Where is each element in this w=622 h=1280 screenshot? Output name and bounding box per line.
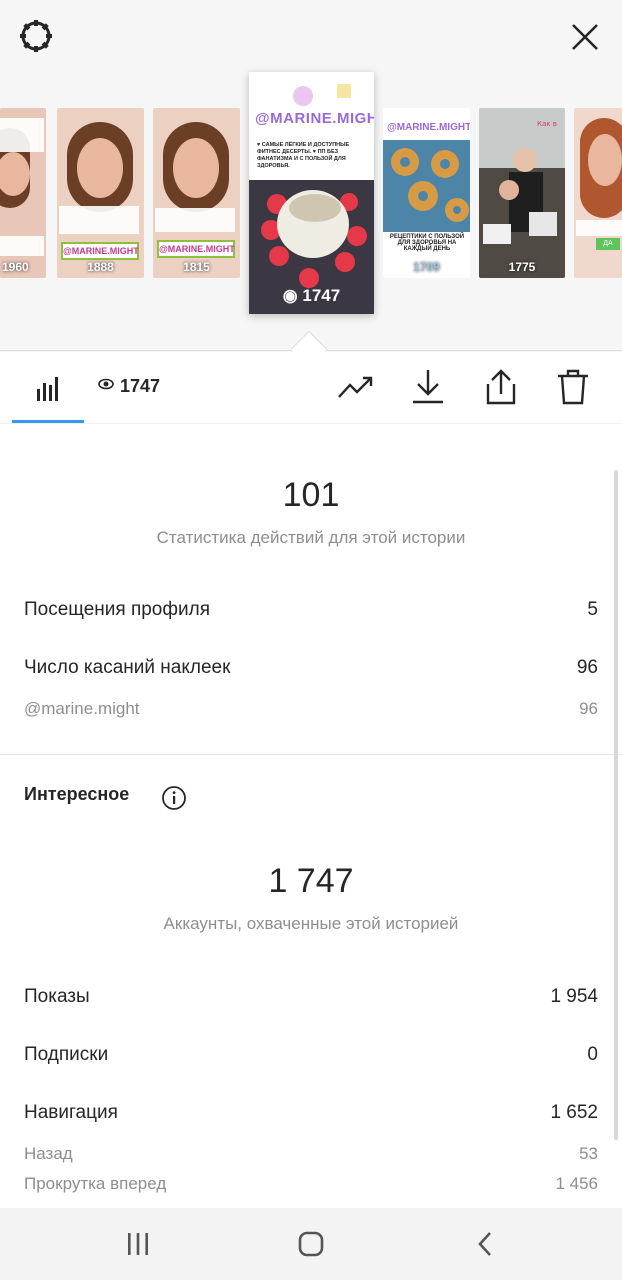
story-thumbnail[interactable]: @MARINE.MIGHT 1815 — [153, 108, 240, 278]
stat-value: 96 — [576, 657, 598, 678]
settings-gear-icon[interactable] — [16, 16, 56, 56]
discovery-section-title: Интересное — [24, 784, 130, 804]
stat-row-follows: Подписки 0 — [24, 1044, 598, 1066]
color-halftone-decoration — [293, 84, 351, 106]
stat-row-sticker-taps[interactable]: Число касаний наклеек 96 — [24, 657, 598, 679]
story-caption-sticker — [155, 208, 235, 232]
share-icon[interactable] — [481, 366, 521, 408]
download-icon[interactable] — [408, 366, 448, 408]
story-view-count: 1960 — [2, 260, 29, 274]
stat-label: Показы — [24, 986, 90, 1007]
eye-icon: ◉ — [282, 286, 303, 305]
views-count-text: 1747 — [120, 376, 161, 396]
interactions-total: 101 — [282, 476, 340, 514]
reach-caption: Аккаунты, охваченные этой историей — [163, 914, 459, 933]
story-strip: 1960 @MARINE.MIGHT 1888 @MARINE.MIGHT 18… — [0, 0, 622, 352]
mention-sticker: @MARINE.MIGHT — [157, 240, 235, 258]
story-view-count: ◉ 1747 — [282, 286, 341, 305]
active-tab-indicator — [12, 420, 84, 423]
stat-row-profile-visits: Посещения профиля 5 — [24, 599, 598, 621]
stat-value: 0 — [587, 1044, 598, 1065]
stat-value: 1 954 — [550, 986, 598, 1007]
story-toolbar: 1747 — [0, 352, 622, 424]
home-icon[interactable] — [290, 1224, 332, 1264]
story-caption-sticker — [0, 118, 44, 152]
story-thumbnail[interactable]: @MARINE.MIGHT РЕЦЕПТИКИ С ПОЛЬЗОЙ ДЛЯ ЗД… — [383, 108, 470, 278]
scrollbar[interactable] — [614, 470, 618, 1140]
stat-row-navigation: Навигация 1 652 — [24, 1102, 598, 1124]
mention-sticker: @MARINE.MIGHT — [61, 242, 139, 260]
stat-subrow-mention: @marine.might 96 — [24, 699, 598, 719]
system-navigation-bar — [0, 1208, 622, 1280]
story-view-count: 1815 — [183, 260, 210, 274]
story-view-count: 1775 — [508, 260, 536, 274]
stat-subrow-back: Назад 53 — [24, 1144, 598, 1164]
salon-photo: Как в — [479, 108, 565, 278]
story-thumbnail[interactable]: @MARINE.MIGHT 1888 — [57, 108, 144, 278]
stat-label: Число касаний наклеек — [24, 657, 231, 678]
insights-bars-icon[interactable] — [30, 370, 66, 406]
stat-label: Подписки — [24, 1044, 109, 1065]
interactions-caption: Статистика действий для этой истории — [156, 528, 466, 547]
mention-handle: @MARINE.MIGHT — [387, 122, 470, 133]
section-divider — [0, 754, 622, 755]
story-caption-text: ♥ САМЫЕ ЛЁГКИЕ И ДОСТУПНЫЕ ФИТНЕС ДЕСЕРТ… — [257, 142, 350, 169]
eye-icon — [98, 376, 114, 397]
stat-value: 5 — [587, 599, 598, 620]
story-thumbnail[interactable]: 1960 — [0, 108, 46, 278]
svg-text:Как в: Как в — [537, 120, 557, 128]
views-counter: 1747 — [98, 376, 160, 397]
story-caption-sticker — [576, 220, 622, 236]
story-caption-sticker — [0, 236, 44, 256]
recent-apps-icon[interactable] — [118, 1226, 158, 1262]
stat-value: 96 — [579, 699, 598, 718]
reach-total: 1 747 — [268, 862, 354, 900]
info-icon[interactable] — [161, 785, 187, 816]
donuts-photo — [383, 140, 470, 232]
story-thumbnail[interactable]: Как в 1775 — [479, 108, 565, 278]
stat-value: 53 — [579, 1144, 598, 1163]
stat-value: 1 456 — [555, 1174, 598, 1193]
mention-handle: @MARINE.MIGHT — [255, 110, 374, 127]
close-icon[interactable] — [566, 18, 604, 56]
back-icon[interactable] — [466, 1226, 504, 1262]
stat-value: 1 652 — [550, 1102, 598, 1123]
story-caption-sticker — [59, 206, 139, 234]
stat-label: Прокрутка вперед — [24, 1174, 167, 1193]
stat-label: Назад — [24, 1144, 73, 1163]
stat-label: Навигация — [24, 1102, 118, 1123]
stat-label: @marine.might — [24, 699, 140, 718]
story-view-count: 1888 — [87, 260, 114, 274]
trending-icon[interactable] — [336, 368, 376, 408]
selected-story-thumbnail[interactable]: @MARINE.MIGHT ♥ САМЫЕ ЛЁГКИЕ И ДОСТУПНЫЕ… — [249, 72, 374, 314]
trash-icon[interactable] — [553, 366, 593, 408]
stat-subrow-forward: Прокрутка вперед 1 456 — [24, 1174, 598, 1194]
story-caption-text: РЕЦЕПТИКИ С ПОЛЬЗОЙ ДЛЯ ЗДОРОВЬЯ НА КАЖД… — [389, 234, 465, 252]
stat-label: Посещения профиля — [24, 599, 210, 620]
stat-row-impressions: Показы 1 954 — [24, 986, 598, 1008]
poll-sticker: ДА — [596, 238, 620, 250]
story-view-count: 1709 — [413, 260, 440, 274]
story-thumbnail[interactable]: ДА — [574, 108, 622, 278]
